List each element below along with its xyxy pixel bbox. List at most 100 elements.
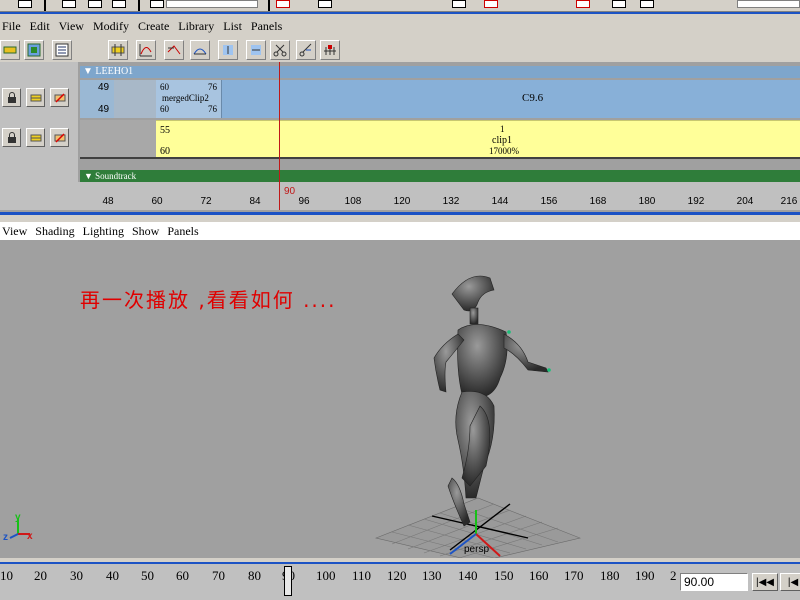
key-down-icon[interactable] bbox=[246, 40, 266, 60]
trax-clip-icon[interactable] bbox=[108, 40, 128, 60]
track-divider bbox=[80, 157, 800, 159]
menu-create[interactable]: Create bbox=[136, 19, 174, 34]
time-tick: 10 bbox=[0, 568, 13, 583]
snap-grid-icon[interactable] bbox=[452, 0, 466, 8]
time-slider[interactable]: 10 20 30 40 50 60 70 80 90 100 110 120 1… bbox=[0, 562, 800, 600]
render-icon[interactable] bbox=[612, 0, 626, 8]
curve-editor-icon[interactable] bbox=[190, 40, 210, 60]
track-1-range: 49 49 bbox=[80, 80, 114, 118]
collapse-triangle-icon[interactable]: ▼ bbox=[83, 66, 93, 77]
input-field[interactable] bbox=[737, 0, 800, 8]
history-icon[interactable] bbox=[576, 0, 590, 8]
time-tick: 20 bbox=[34, 568, 47, 583]
mute-track-icon[interactable] bbox=[50, 88, 69, 107]
clip1-name: clip1 bbox=[492, 135, 512, 146]
new-scene-icon[interactable] bbox=[62, 0, 76, 8]
soundtrack-bar[interactable]: ▼ Soundtrack bbox=[80, 170, 800, 182]
divider bbox=[44, 0, 46, 11]
time-tick: 140 bbox=[458, 568, 478, 583]
status-line-strip bbox=[0, 0, 800, 12]
track-1-end: 49 bbox=[98, 104, 110, 115]
scissors-icon[interactable] bbox=[270, 40, 290, 60]
ruler-tick: 108 bbox=[344, 196, 362, 207]
current-time-field[interactable]: 90.00 bbox=[680, 573, 748, 591]
save-scene-icon[interactable] bbox=[112, 0, 126, 8]
solo-track-icon[interactable] bbox=[26, 128, 45, 147]
curve-key-icon[interactable] bbox=[164, 40, 184, 60]
viewport-menu-panels[interactable]: Panels bbox=[165, 224, 204, 239]
trax-playhead[interactable] bbox=[279, 62, 280, 210]
merged-clip-end-end: 76 bbox=[208, 104, 217, 114]
viewport-menu-lighting[interactable]: Lighting bbox=[81, 224, 130, 239]
time-tick: 40 bbox=[106, 568, 119, 583]
time-slider-playhead[interactable] bbox=[284, 566, 292, 596]
track-controls-panel bbox=[0, 62, 78, 182]
open-scene-icon[interactable] bbox=[88, 0, 102, 8]
time-tick: 190 bbox=[635, 568, 655, 583]
menu-modify[interactable]: Modify bbox=[91, 19, 134, 34]
track-2[interactable]: 55 60 1 clip1 17000% bbox=[80, 120, 800, 158]
track-1-gap bbox=[114, 80, 158, 118]
ruler-tick: 216 bbox=[780, 196, 798, 207]
time-tick: 50 bbox=[141, 568, 154, 583]
solo-track-icon[interactable] bbox=[26, 88, 45, 107]
c96-clip[interactable]: C9.6 bbox=[222, 80, 800, 118]
character-model bbox=[433, 275, 549, 527]
viewport-menu-show[interactable]: Show bbox=[130, 224, 165, 239]
track-1-start: 49 bbox=[98, 82, 110, 93]
merged-clip[interactable]: 60 76 mergedClip2 60 76 bbox=[156, 80, 222, 118]
track-1[interactable]: 49 49 60 76 mergedClip2 60 76 C9.6 bbox=[80, 80, 800, 118]
ipr-icon[interactable] bbox=[640, 0, 654, 8]
mute-track-icon[interactable] bbox=[50, 128, 69, 147]
key-up-icon[interactable] bbox=[218, 40, 238, 60]
outliner-icon[interactable] bbox=[52, 40, 72, 60]
time-tick: 100 bbox=[316, 568, 336, 583]
trax-editor: ▼ LEEHO1 49 49 60 76 mergedClip2 60 76 C… bbox=[0, 62, 800, 212]
character-set-icon[interactable] bbox=[24, 40, 44, 60]
c96-clip-name: C9.6 bbox=[522, 92, 544, 104]
panel-separator bbox=[0, 212, 800, 215]
menu-view[interactable]: View bbox=[57, 19, 89, 34]
clip1-end: 60 bbox=[160, 146, 170, 157]
ruler-tick: 180 bbox=[638, 196, 656, 207]
menu-library[interactable]: Library bbox=[176, 19, 219, 34]
character-set-header[interactable]: ▼ LEEHO1 bbox=[80, 66, 800, 78]
track2-controls bbox=[0, 128, 78, 147]
viewport-menu-shading[interactable]: Shading bbox=[33, 224, 80, 239]
panel-separator bbox=[0, 12, 800, 14]
load-selected-characters-icon[interactable] bbox=[0, 40, 20, 60]
ruler-tick: 96 bbox=[298, 196, 310, 207]
viewport-menu-view[interactable]: View bbox=[0, 224, 33, 239]
menu-edit[interactable]: Edit bbox=[28, 19, 55, 34]
menu-panels[interactable]: Panels bbox=[249, 19, 287, 34]
clip1[interactable]: 55 60 1 clip1 17000% bbox=[156, 120, 800, 158]
menu-set-field[interactable] bbox=[166, 0, 258, 8]
time-tick: 80 bbox=[248, 568, 261, 583]
go-to-start-icon[interactable]: |◀◀ bbox=[752, 573, 778, 591]
snap-curve-icon[interactable] bbox=[484, 0, 498, 8]
scene-render: persp y x z bbox=[3, 275, 582, 558]
lasso-icon[interactable] bbox=[318, 0, 332, 8]
perspective-viewport[interactable]: 再一次播放 ,看看如何 .... persp y x z bbox=[0, 240, 800, 558]
collapse-triangle-icon[interactable]: ▼ bbox=[84, 171, 93, 181]
time-tick: 130 bbox=[422, 568, 442, 583]
frame-ruler[interactable]: 90 48 60 72 84 96 108 120 132 144 156 16… bbox=[0, 182, 800, 210]
time-tick: 160 bbox=[529, 568, 549, 583]
svg-text:z: z bbox=[3, 532, 8, 543]
shelf-icon[interactable] bbox=[18, 0, 32, 8]
menu-set-icon[interactable] bbox=[150, 0, 164, 8]
lock-icon[interactable] bbox=[2, 88, 21, 107]
clip1-scale: 17000% bbox=[489, 146, 519, 156]
soundtrack-label: Soundtrack bbox=[95, 171, 137, 181]
clip1-start: 55 bbox=[160, 125, 170, 136]
timeline-icon[interactable] bbox=[320, 40, 340, 60]
menu-file[interactable]: File bbox=[0, 19, 26, 34]
step-back-icon[interactable]: |◀ bbox=[780, 573, 800, 591]
joint-marker bbox=[547, 368, 551, 372]
merged-clip-start: 60 bbox=[160, 82, 169, 92]
lock-icon[interactable] bbox=[2, 128, 21, 147]
blend-icon[interactable] bbox=[296, 40, 316, 60]
select-icon[interactable] bbox=[276, 0, 290, 8]
menu-list[interactable]: List bbox=[221, 19, 247, 34]
graph-editor-icon[interactable] bbox=[136, 40, 156, 60]
